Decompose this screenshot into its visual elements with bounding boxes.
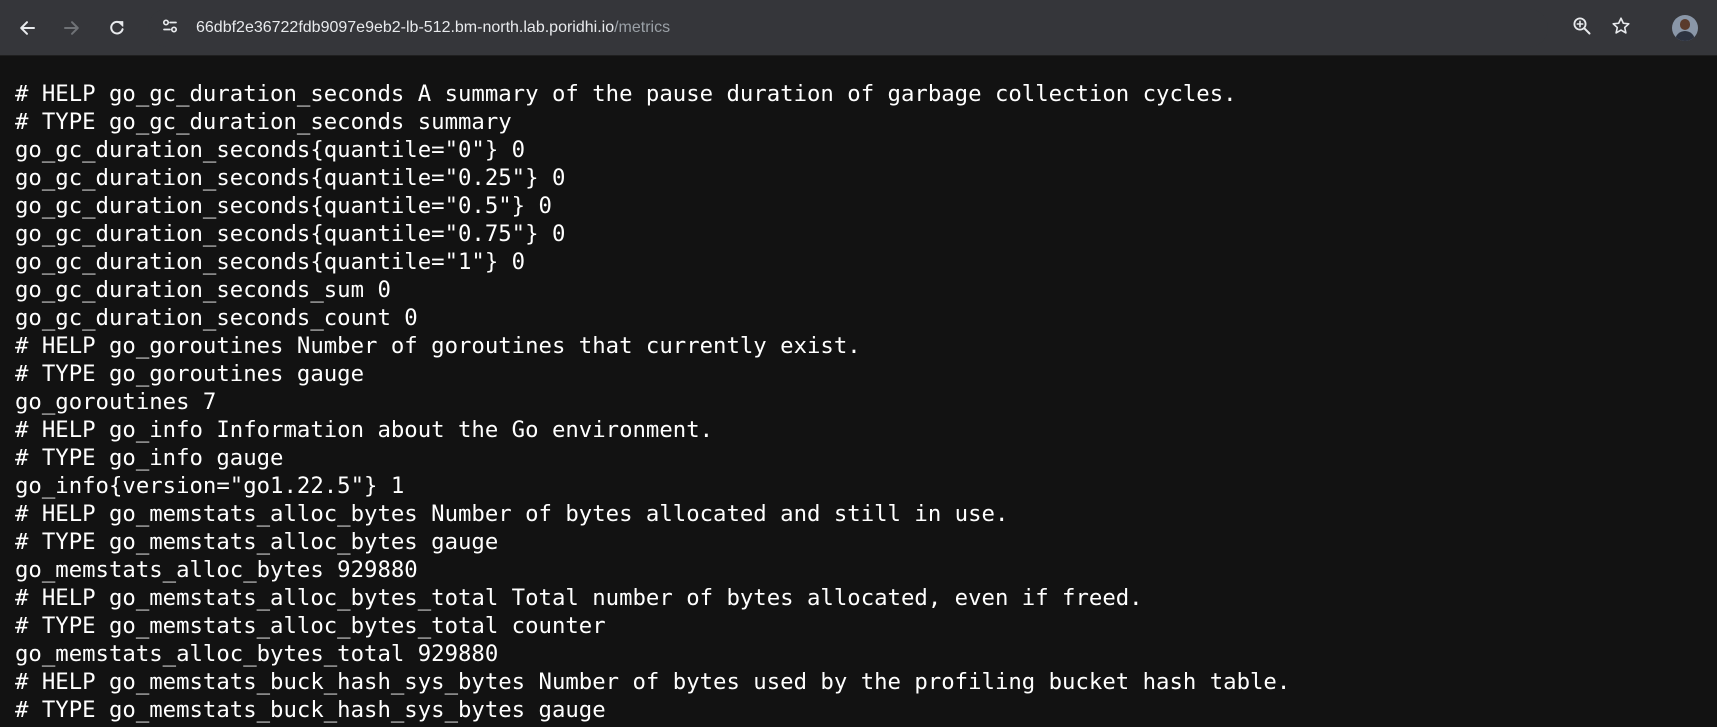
tune-icon [161,17,179,40]
metric-line: go_gc_duration_seconds_sum 0 [15,277,391,303]
avatar[interactable] [1672,15,1698,41]
arrow-right-icon [63,19,81,37]
metric-line: # HELP go_gc_duration_seconds A summary … [15,81,1237,107]
zoom-button[interactable] [1570,16,1594,40]
url-host: 66dbf2e36722fdb9097e9eb2-lb-512.bm-north… [196,19,615,36]
site-info-button[interactable] [158,16,182,40]
metric-line: go_goroutines 7 [15,389,217,415]
url-text[interactable]: 66dbf2e36722fdb9097e9eb2-lb-512.bm-north… [196,9,670,47]
star-icon [1611,16,1631,41]
metric-line: go_gc_duration_seconds_count 0 [15,305,418,331]
reload-button[interactable] [101,12,133,44]
metric-line: go_gc_duration_seconds{quantile="0.5"} 0 [15,193,552,219]
metric-line: # HELP go_memstats_buck_hash_sys_bytes N… [15,669,1291,695]
metric-line: # HELP go_info Information about the Go … [15,417,714,443]
metric-line: # HELP go_memstats_alloc_bytes Number of… [15,501,1009,527]
reload-icon [108,19,126,37]
metric-line: go_gc_duration_seconds{quantile="0"} 0 [15,137,526,163]
metric-line: go_memstats_alloc_bytes_total 929880 [15,641,499,667]
avatar-head-shape [1680,19,1690,30]
metric-line: # TYPE go_memstats_buck_hash_sys_bytes g… [15,697,606,723]
avatar-body-shape [1675,31,1695,41]
metric-line: # TYPE go_gc_duration_seconds summary [15,109,512,135]
arrow-left-icon [18,19,36,37]
metric-line: # HELP go_memstats_alloc_bytes_total Tot… [15,585,1143,611]
browser-toolbar: 66dbf2e36722fdb9097e9eb2-lb-512.bm-north… [0,0,1717,56]
url-path: /metrics [614,19,671,36]
metric-line: # TYPE go_goroutines gauge [15,361,365,387]
metric-line: # TYPE go_info gauge [15,445,284,471]
back-button[interactable] [11,12,43,44]
metric-line: # TYPE go_memstats_alloc_bytes gauge [15,529,499,555]
address-bar[interactable]: 66dbf2e36722fdb9097e9eb2-lb-512.bm-north… [148,9,1630,47]
metric-line: go_gc_duration_seconds{quantile="0.25"} … [15,165,566,191]
metric-line: go_info{version="go1.22.5"} 1 [15,473,405,499]
zoom-in-icon [1572,16,1592,41]
metric-line: # TYPE go_memstats_alloc_bytes_total cou… [15,613,606,639]
page-content: # HELP go_gc_duration_seconds A summary … [0,57,1717,727]
metric-line: go_memstats_alloc_bytes 929880 [15,557,418,583]
metrics-text: # HELP go_gc_duration_seconds A summary … [15,80,1290,724]
metric-line: go_gc_duration_seconds{quantile="1"} 0 [15,249,526,275]
metric-line: go_gc_duration_seconds{quantile="0.75"} … [15,221,566,247]
forward-button[interactable] [56,12,88,44]
metric-line: # HELP go_goroutines Number of goroutine… [15,333,861,359]
bookmark-button[interactable] [1609,16,1633,40]
